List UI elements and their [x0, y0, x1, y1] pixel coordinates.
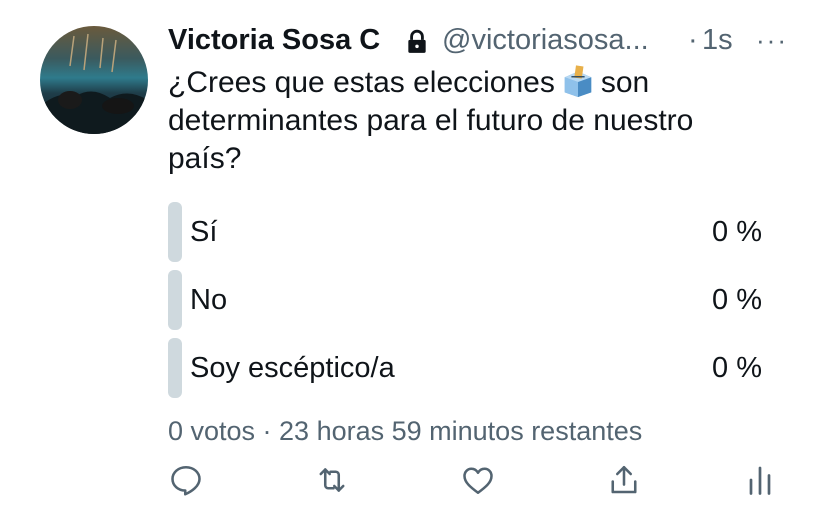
author-handle[interactable]: @victoriasosa... [442, 20, 649, 60]
action-bar [168, 462, 788, 502]
poll-option-bar [168, 202, 182, 262]
poll-option-label: No [190, 284, 228, 316]
poll-option-label: Soy escéptico/a [190, 352, 395, 384]
avatar[interactable] [40, 26, 148, 134]
retweet-icon[interactable] [314, 462, 350, 498]
poll-option-percent: 0 % [712, 216, 762, 248]
tweet-header: Victoria Sosa C @victoriasosa... · 1s ··… [168, 20, 808, 60]
tweet-content: Victoria Sosa C @victoriasosa... · 1s ··… [168, 20, 808, 175]
poll-option-bar [168, 338, 182, 398]
poll-option: No 0 % [168, 270, 772, 330]
tweet-text-part1: ¿Crees que estas elecciones [168, 66, 555, 99]
author-name[interactable]: Victoria Sosa C [168, 20, 380, 60]
lock-icon [408, 29, 426, 53]
timestamp[interactable]: 1s [702, 20, 733, 60]
poll: Sí 0 % No 0 % Soy escéptico/a 0 % [168, 202, 772, 406]
poll-option: Soy escéptico/a 0 % [168, 338, 772, 398]
analytics-icon[interactable] [742, 462, 778, 498]
share-icon[interactable] [606, 462, 642, 498]
poll-option: Sí 0 % [168, 202, 772, 262]
reply-icon[interactable] [168, 462, 204, 498]
like-icon[interactable] [460, 462, 496, 498]
avatar-image [40, 33, 148, 134]
poll-option-percent: 0 % [712, 352, 762, 384]
separator-dot: · [688, 24, 698, 56]
tweet-text: ¿Crees que estas elecciones son determin… [168, 64, 768, 178]
poll-option-bar [168, 270, 182, 330]
more-options-icon[interactable]: ··· [756, 20, 788, 60]
poll-option-label: Sí [190, 216, 218, 248]
ballot-box-icon [564, 65, 592, 98]
poll-option-percent: 0 % [712, 284, 762, 316]
poll-meta: 0 votos · 23 horas 59 minutos restantes [168, 416, 643, 446]
